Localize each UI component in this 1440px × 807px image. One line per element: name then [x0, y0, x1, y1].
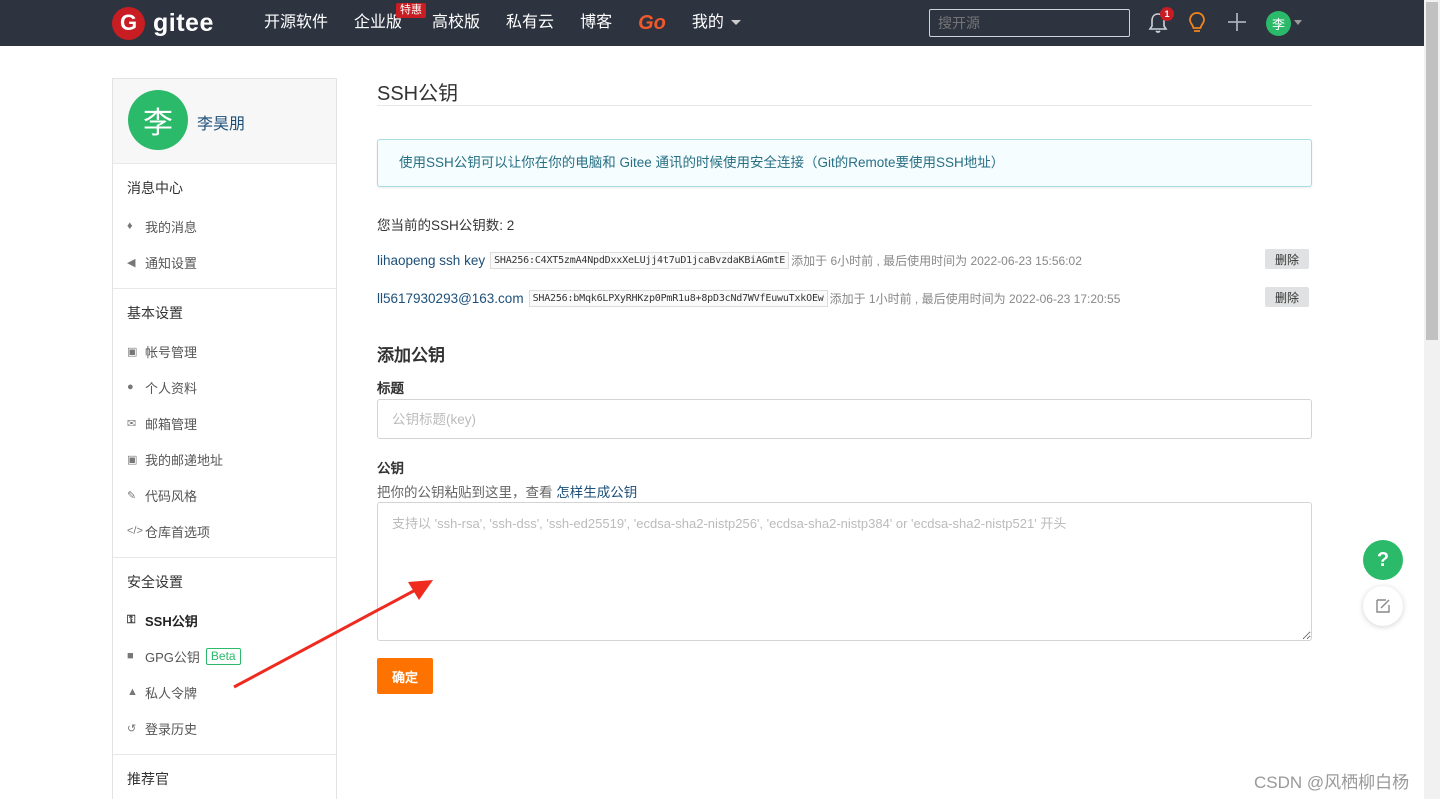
token-icon: ▲: [127, 686, 138, 698]
sidebar-item-label: 邮箱管理: [145, 416, 198, 432]
key-hint-text: 把你的公钥粘贴到这里，查看: [377, 485, 553, 500]
annotation-arrow-icon: [233, 580, 433, 689]
sidebar-section-title: 基本设置: [127, 305, 183, 321]
lock-icon: ■: [127, 650, 134, 662]
nav-blog[interactable]: 博客: [580, 0, 612, 46]
delete-key-button[interactable]: 删除: [1265, 287, 1309, 307]
history-icon: ↺: [127, 722, 137, 735]
sidebar-profile: 李 李昊朋: [113, 79, 336, 164]
sidebar-section-messages: 消息中心 ♦ 我的消息 ◀ 通知设置: [113, 164, 336, 289]
sidebar-item-code-style[interactable]: ✎ 代码风格: [127, 477, 336, 513]
info-message: 使用SSH公钥可以让你在你的电脑和 Gitee 通讯的时候使用安全连接（Git的…: [377, 139, 1312, 187]
key-hint: 把你的公钥粘贴到这里，查看 怎样生成公钥: [377, 481, 637, 501]
sidebar-item-my-messages[interactable]: ♦ 我的消息: [127, 208, 336, 244]
add-key-heading: 添加公钥: [377, 346, 445, 365]
edit-icon: [1376, 599, 1390, 613]
sidebar-item-label: 个人资料: [145, 380, 198, 396]
watermark: CSDN @风栖柳白杨: [1254, 773, 1410, 792]
scrollbar-thumb[interactable]: [1426, 2, 1438, 340]
sidebar-item-label: 帐号管理: [145, 344, 198, 360]
page-title: SSH公钥: [377, 83, 459, 105]
promo-badge: 特惠: [396, 3, 427, 18]
delete-key-button[interactable]: 删除: [1265, 249, 1309, 269]
ssh-key-name[interactable]: ll5617930293@163.com: [377, 291, 524, 306]
public-key-textarea[interactable]: [377, 502, 1312, 641]
nav-education[interactable]: 高校版: [432, 0, 480, 46]
paint-brush-icon: ✎: [127, 489, 137, 502]
sidebar-item-account[interactable]: ▣ 帐号管理: [127, 333, 336, 369]
profile-avatar[interactable]: 李: [128, 90, 188, 150]
nav-private-cloud[interactable]: 私有云: [506, 0, 554, 46]
key-field-label: 公钥: [377, 461, 404, 476]
mail-icon: ✉: [127, 417, 137, 430]
sidebar-item-label: SSH公钥: [145, 613, 198, 629]
top-navbar: G gitee 开源软件 企业版 特惠 高校版 私有云 博客 Go 我的 1 李: [0, 0, 1424, 46]
nav-open-source[interactable]: 开源软件: [264, 0, 328, 46]
id-card-icon: ▣: [127, 345, 138, 358]
code-icon: </>: [127, 525, 143, 537]
ssh-key-count: 您当前的SSH公钥数: 2: [377, 218, 515, 233]
key-icon: ⚿: [127, 613, 136, 626]
title-field-label: 标题: [377, 381, 404, 396]
chevron-down-icon: [731, 20, 742, 26]
sidebar-section-title[interactable]: 推荐官: [127, 769, 336, 789]
sidebar-item-label: 我的消息: [145, 219, 198, 235]
sidebar-item-repo-preferences[interactable]: </> 仓库首选项: [127, 513, 336, 549]
how-to-generate-link[interactable]: 怎样生成公钥: [556, 485, 637, 500]
nav-mine-label: 我的: [691, 14, 724, 31]
sidebar-item-label: 我的邮递地址: [145, 452, 224, 468]
nav-mine[interactable]: 我的: [691, 0, 742, 46]
title-divider: [377, 105, 1312, 106]
gitee-logo[interactable]: G gitee: [112, 6, 214, 40]
gitee-logo-icon: G: [112, 6, 145, 40]
help-button[interactable]: ?: [1363, 540, 1403, 580]
nav-go[interactable]: Go: [638, 0, 666, 46]
plus-icon[interactable]: [1226, 11, 1248, 33]
sidebar-item-email[interactable]: ✉ 邮箱管理: [127, 405, 336, 441]
ssh-key-meta: 添加于 1小时前 , 最后使用时间为 2022-06-23 17:20:55: [829, 291, 1121, 306]
search-input[interactable]: [929, 9, 1130, 37]
sidebar-item-login-history[interactable]: ↺ 登录历史: [127, 710, 336, 746]
profile-name[interactable]: 李昊朋: [197, 110, 245, 134]
sidebar-item-label: 登录历史: [145, 721, 198, 737]
avatar-chevron-down-icon[interactable]: [1294, 20, 1302, 25]
sidebar-item-label: 仓库首选项: [145, 524, 211, 540]
main-nav: 开源软件 企业版 特惠 高校版 私有云 博客 Go 我的: [264, 0, 767, 46]
sidebar-item-profile[interactable]: ● 个人资料: [127, 369, 336, 405]
feedback-button[interactable]: [1363, 586, 1403, 626]
ssh-key-fingerprint: SHA256:bMqk6LPXyRHKzp0PmR1u8+8pD3cNd7WVf…: [528, 289, 828, 307]
user-icon: ●: [127, 381, 134, 393]
user-avatar[interactable]: 李: [1266, 11, 1291, 36]
ssh-key-row: ll5617930293@163.com SHA256:bMqk6LPXyRHK…: [377, 287, 1312, 309]
ssh-key-row: lihaopeng ssh key SHA256:C4XT5zmA4NpdDxx…: [377, 249, 1312, 271]
sidebar-section-referral: 推荐官: [113, 755, 336, 807]
ssh-key-name[interactable]: lihaopeng ssh key: [377, 253, 485, 268]
notification-badge: 1: [1160, 7, 1174, 21]
sidebar-item-address[interactable]: ▣ 我的邮递地址: [127, 441, 336, 477]
sidebar-item-label: 代码风格: [145, 488, 198, 504]
sidebar-item-label: 私人令牌: [145, 685, 198, 701]
sidebar-section-title: 消息中心: [127, 180, 183, 196]
speaker-icon: ◀: [127, 256, 136, 269]
ssh-key-fingerprint: SHA256:C4XT5zmA4NpdDxxXeLUjj4t7uD1jcaBvz…: [490, 251, 790, 269]
sidebar-item-notification-settings[interactable]: ◀ 通知设置: [127, 244, 336, 280]
sidebar-item-label: GPG公钥: [145, 649, 200, 665]
nav-enterprise-label: 企业版: [354, 14, 403, 31]
bell-icon: ♦: [127, 220, 133, 232]
lightbulb-icon[interactable]: [1187, 11, 1207, 35]
ssh-key-meta: 添加于 6小时前 , 最后使用时间为 2022-06-23 15:56:02: [791, 253, 1082, 268]
sidebar-section-basic: 基本设置 ▣ 帐号管理 ● 个人资料 ✉ 邮箱管理 ▣ 我的邮递地址 ✎ 代码风…: [113, 289, 336, 558]
address-card-icon: ▣: [127, 453, 138, 466]
nav-enterprise[interactable]: 企业版 特惠: [354, 0, 427, 46]
sidebar-item-label: 通知设置: [145, 255, 198, 271]
gitee-logo-text: gitee: [153, 8, 214, 37]
key-title-input[interactable]: [377, 399, 1312, 439]
